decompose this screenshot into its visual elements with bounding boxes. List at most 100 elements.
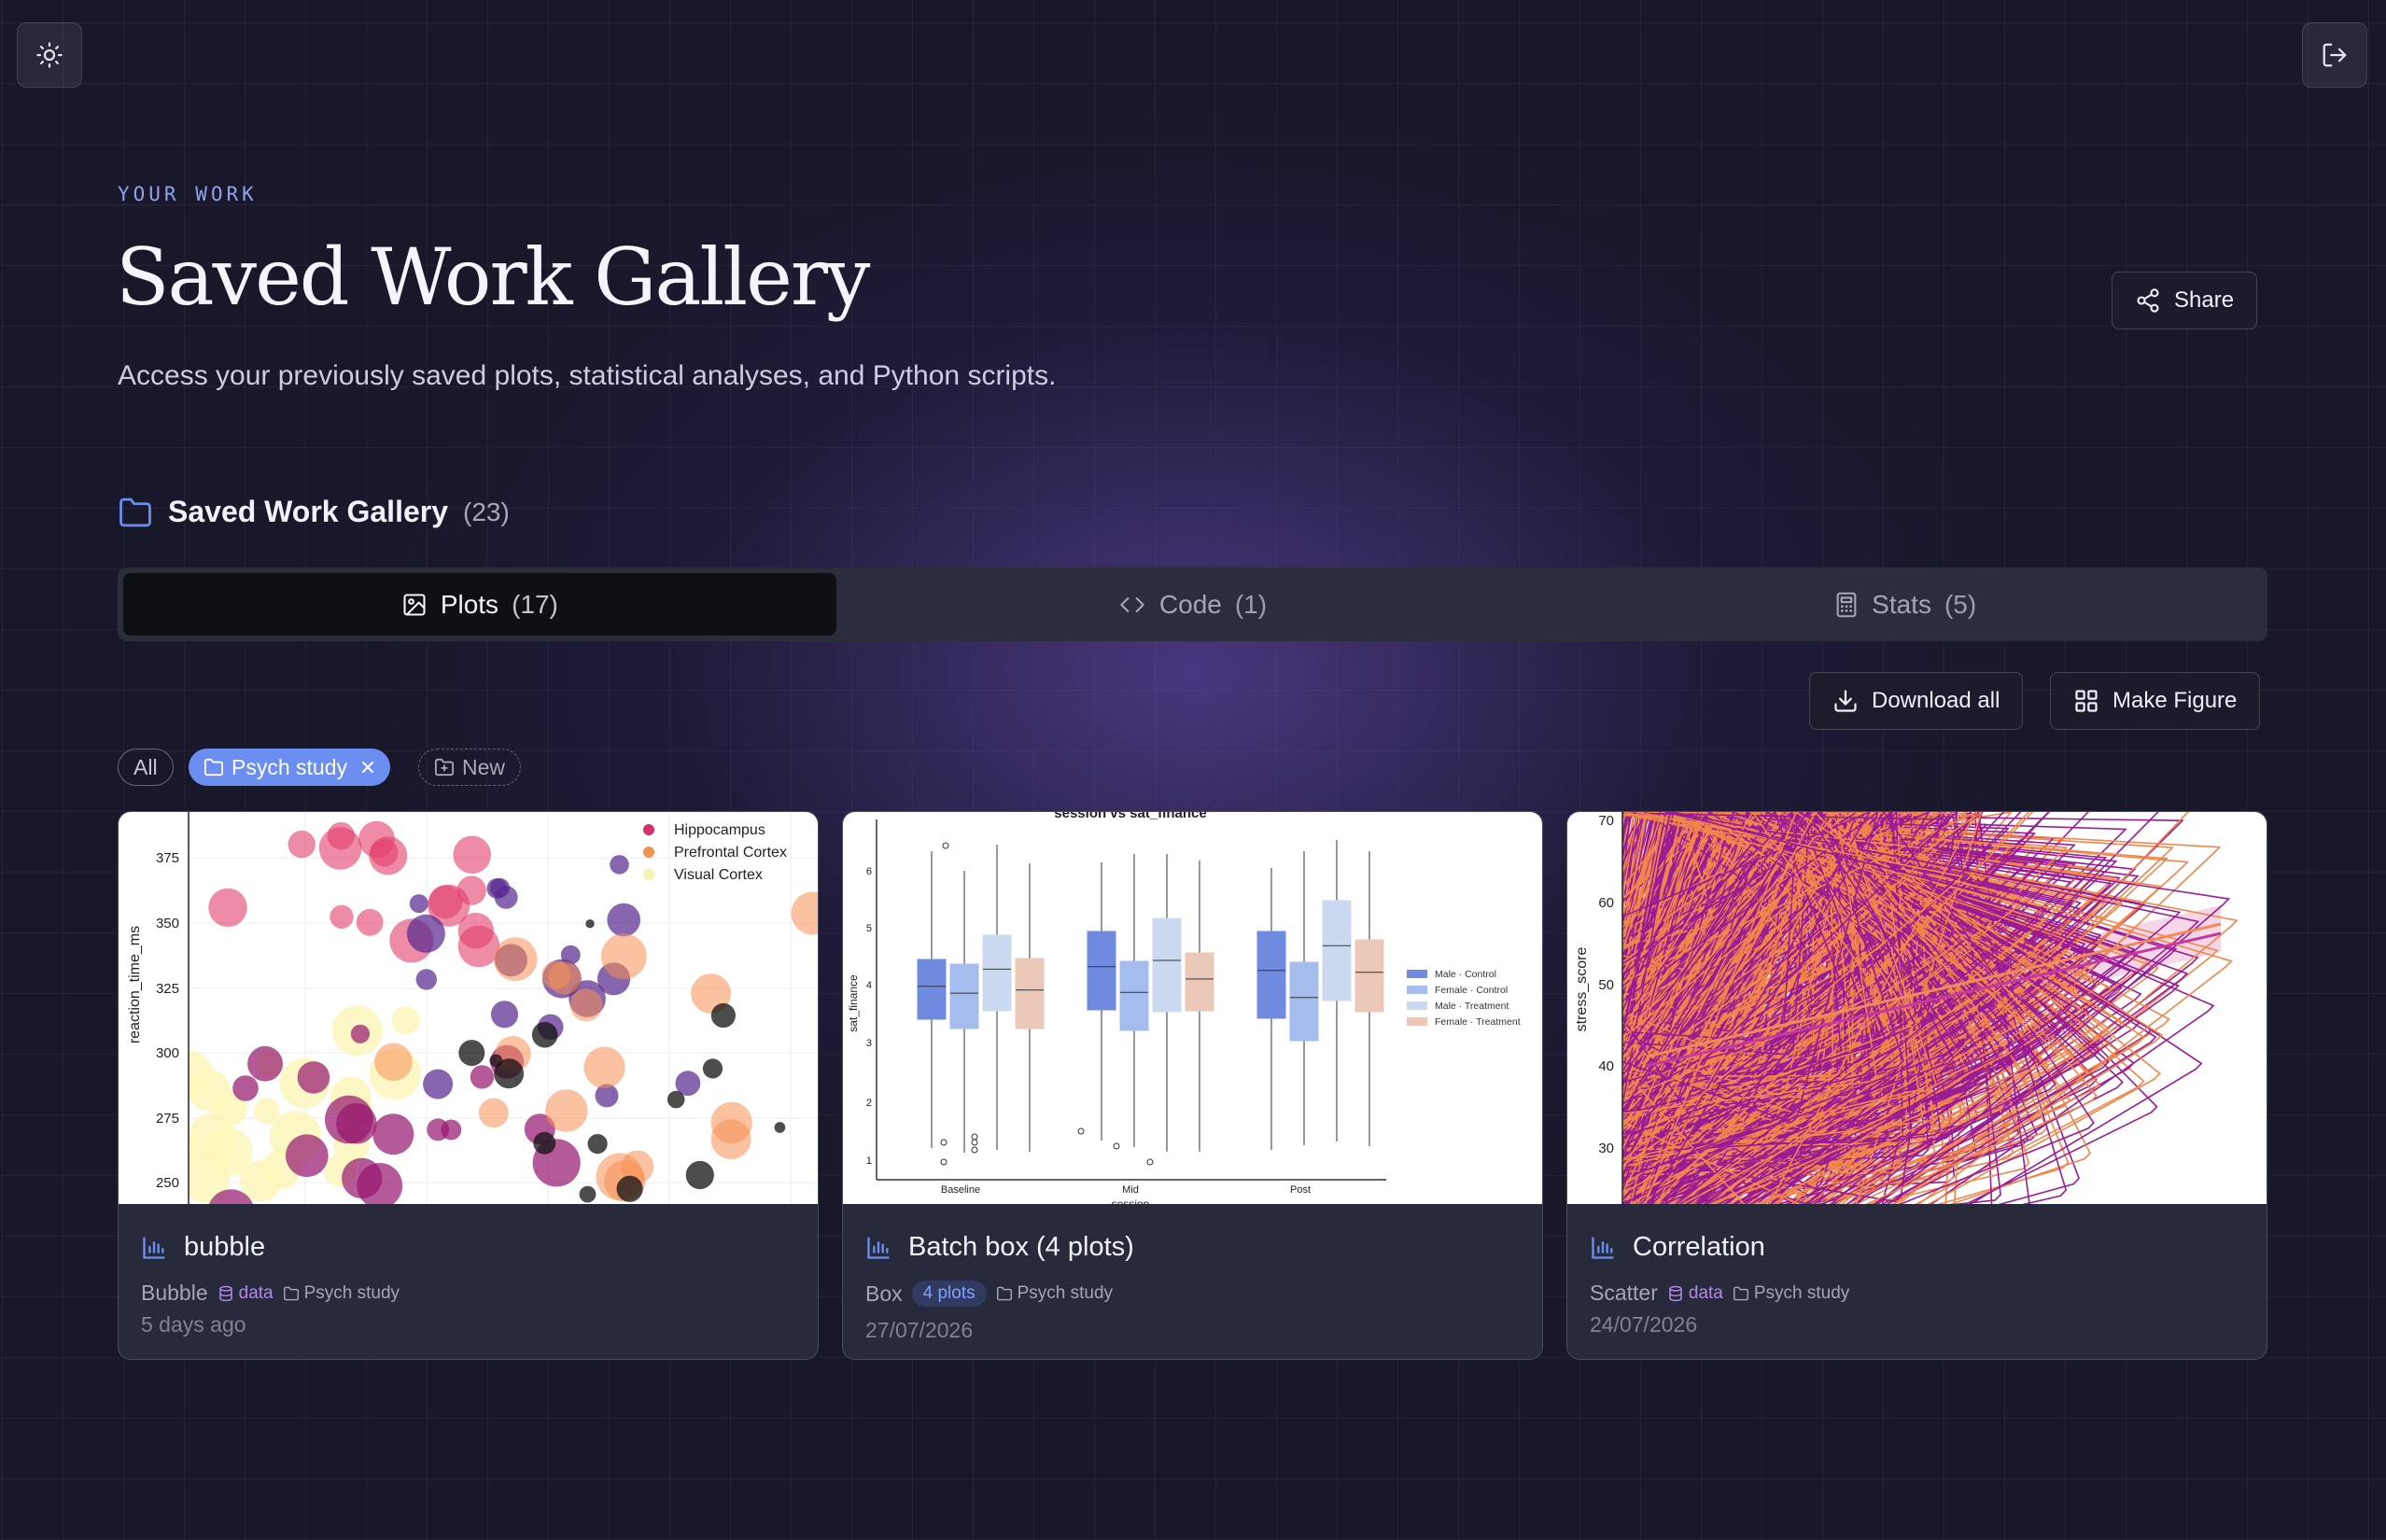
card-title: bubble [141,1232,265,1263]
y-tick-label: 350 [156,916,179,931]
tab-plots-count: (17) [512,589,558,619]
gallery-card-batch-box[interactable]: session vs sat_finance sat_finance 6 5 4… [842,811,1543,1360]
y-tick-label: 325 [156,981,179,997]
y-tick-label: 275 [156,1111,179,1127]
project-tag: Psych study [283,1283,400,1304]
bubble-point [478,1098,509,1128]
bubble-point [409,894,428,914]
gallery-card-correlation[interactable]: stress_score 70 60 50 40 30 Correlation … [1566,811,2267,1360]
card-body: Correlation Scatter data Psych study 24/… [1567,1204,2267,1359]
tab-code-count: (1) [1234,589,1268,619]
plot-thumbnail: session vs sat_finance sat_finance 6 5 4… [843,812,1542,1204]
box-body [1322,900,1352,1001]
bubble-point [702,1058,723,1079]
page-title: Saved Work Gallery [116,231,870,323]
project-tag: Psych study [996,1283,1113,1304]
close-icon[interactable] [360,760,375,775]
gallery-card-bubble[interactable]: reaction_time_ms 375 350 325 300 275 250… [118,811,819,1360]
download-all-label: Download all [1872,688,2000,713]
x-tick-label: Post [1290,1184,1311,1196]
bubble-point [288,830,316,859]
bubble-point [579,1185,596,1203]
bubble-point [493,937,538,981]
bubble-point [406,914,445,953]
share-icon [2137,288,2159,313]
folder-icon [1733,1286,1748,1300]
project-tag-label: Psych study [303,1282,400,1303]
y-tick-label: 375 [156,850,179,866]
box-body [949,963,979,1029]
bubble-point [350,1024,370,1043]
card-title: Batch box (4 plots) [865,1232,1134,1263]
bubble-point [374,1043,413,1082]
bubble-point [427,1118,450,1141]
bubble-point [710,1119,751,1160]
tab-code-label: Code [1158,589,1222,619]
legend-label: Prefrontal Cortex [674,845,787,861]
filter-chip-psych-study[interactable]: Psych study [189,749,390,786]
y-tick-label: 250 [156,1175,179,1191]
logout-icon [2323,43,2347,67]
x-axis-label: session [1112,1197,1150,1204]
new-project-chip[interactable]: New [418,749,522,786]
box-marks [917,840,1384,1166]
bubble-point [667,1090,685,1109]
bubble-point [685,1160,714,1190]
tab-plots[interactable]: Plots (17) [123,573,836,636]
make-figure-button[interactable]: Make Figure [2050,672,2261,730]
legend-swatch [643,824,654,835]
project-tag-label: Psych study [1017,1283,1114,1303]
card-meta: Bubble data Psych study [141,1281,400,1306]
share-button[interactable]: Share [2112,272,2258,329]
y-tick-label: 70 [1598,813,1614,829]
box-body [982,934,1012,1012]
bubble-point [325,1095,373,1144]
legend-swatch [1407,986,1427,994]
bubble-point [391,1006,420,1035]
legend-swatch [643,869,654,880]
theme-toggle-button[interactable] [17,22,82,88]
bubble-point [548,961,582,995]
box-chart: session vs sat_finance sat_finance 6 5 4… [847,812,1521,1204]
legend-label: Visual Cortex [674,867,763,883]
legend-label: Female · Treatment [1435,1016,1521,1028]
bubble-point [232,1075,259,1101]
code-icon [1120,596,1144,612]
legend: Hippocampus Prefrontal Cortex Visual Cor… [643,822,787,883]
outlier-point [971,1139,978,1146]
project-tag-label: Psych study [1753,1282,1850,1303]
y-axis-label: stress_score [1574,947,1590,1032]
plot-type: Bubble [141,1281,208,1305]
bubble-point [494,886,518,909]
bubble-point [189,1134,200,1166]
grid-icon [2075,690,2098,712]
bubble-point [607,903,640,937]
box-body [1256,931,1286,1019]
make-figure-label: Make Figure [2112,688,2238,713]
card-body: Batch box (4 plots) Box 4 plots Psych st… [843,1204,1542,1359]
bubble-point [203,1127,253,1177]
tab-code[interactable]: Code (1) [836,573,1550,636]
bubble-point [601,933,647,980]
bubble-point [587,1134,608,1155]
bubble-point [533,1131,556,1155]
image-icon [403,593,426,616]
box-body [1015,958,1045,1029]
bubble-point [610,855,629,875]
bubble-point [774,1122,786,1133]
download-all-button[interactable]: Download all [1809,672,2024,730]
x-tick-label: Mid [1122,1184,1139,1196]
data-tag-label: data [1688,1282,1723,1303]
data-tag-label: data [238,1282,274,1303]
outlier-point [971,1146,978,1154]
x-tick-label: Baseline [941,1184,980,1196]
bubble-chart: reaction_time_ms 375 350 325 300 275 250… [127,812,818,1204]
bubble-point [458,1040,485,1067]
logout-button[interactable] [2302,22,2367,88]
plot-count-badge: 4 plots [911,1281,987,1307]
correlation-scatter-chart: stress_score 70 60 50 40 30 [1574,812,2239,1204]
folder-icon [204,758,223,777]
filter-chip-all[interactable]: All [118,749,174,786]
tab-stats[interactable]: Stats (5) [1549,573,2262,636]
y-tick-labels: 375 350 325 300 275 250 [156,850,179,1191]
